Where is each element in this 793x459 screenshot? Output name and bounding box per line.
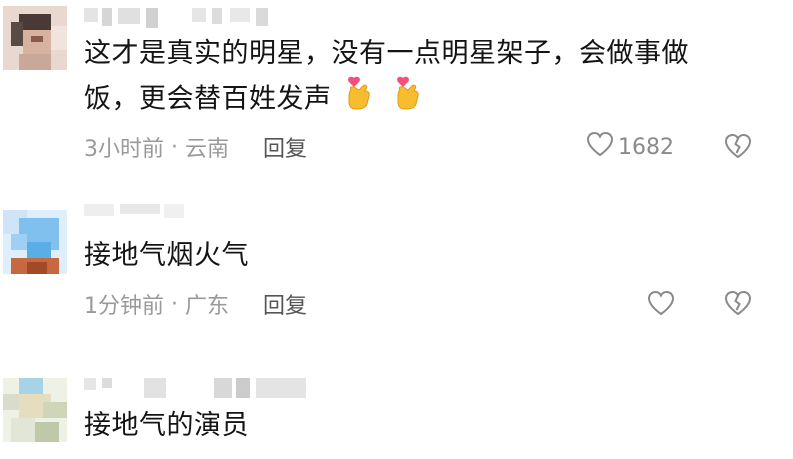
comment-meta: 1分钟前 · 广东 回复 [84,288,307,320]
meta-separator: · [164,134,185,160]
broken-heart-icon [724,133,752,163]
location: 云南 [184,137,229,162]
avatar[interactable] [3,210,67,274]
username-blurred [84,378,324,398]
finger-heart-icon [394,76,422,124]
comment-text: 接地气的演员 [84,404,249,448]
reply-button[interactable]: 回复 [263,131,307,163]
location: 广东 [184,294,229,319]
heart-icon [586,131,614,163]
username-blurred [84,204,204,224]
like-button[interactable]: 1682 [586,131,674,163]
finger-heart-icon [345,76,373,124]
comment-text: 接地气烟火气 [84,234,249,278]
comment-meta: 3小时前 · 云南 回复 [84,131,307,163]
timestamp: 3小时前 [84,137,164,162]
comment-text-line-1: 这才是真实的明星，没有一点明星架子，会做事做 [84,38,689,69]
dislike-button[interactable] [724,290,752,320]
comment-text-line-2: 饭，更会替百姓发声 [84,83,332,115]
comment-text-line-1: 接地气烟火气 [84,240,249,271]
meta-separator: · [164,291,185,317]
dislike-button[interactable] [724,133,752,163]
broken-heart-icon [724,290,752,320]
like-button[interactable] [647,290,679,322]
avatar[interactable] [3,378,67,442]
comment-text-line-1: 接地气的演员 [84,410,249,441]
comment-text: 这才是真实的明星，没有一点明星架子，会做事做 饭，更会替百姓发声 [84,32,689,124]
heart-icon [647,290,675,322]
reply-button[interactable]: 回复 [263,288,307,320]
timestamp: 1分钟前 [84,294,164,319]
like-count: 1682 [618,134,674,160]
avatar[interactable] [3,6,67,70]
username-blurred [84,8,284,28]
